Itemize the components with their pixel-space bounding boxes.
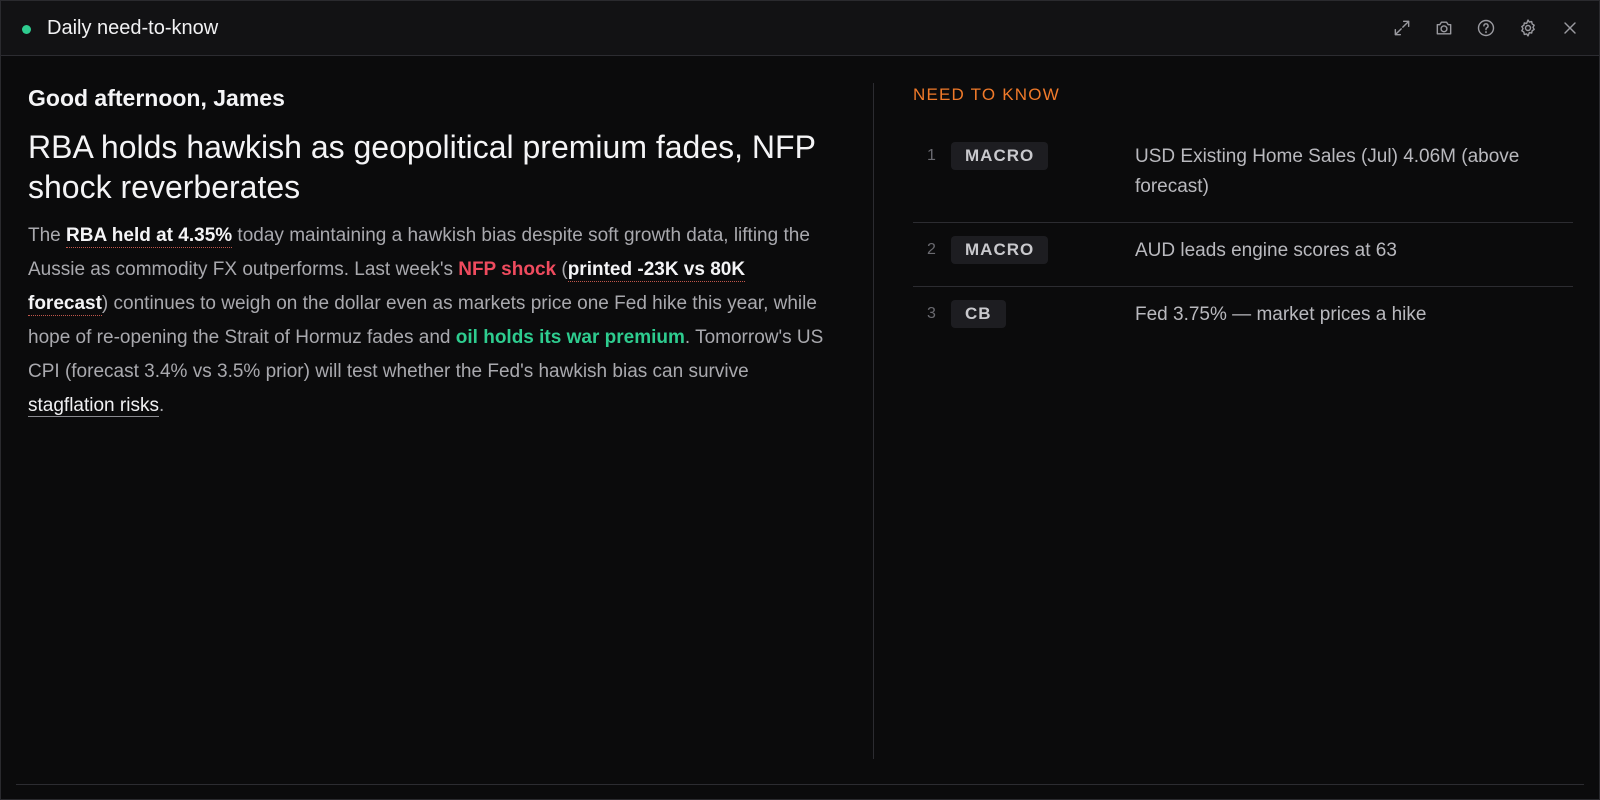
summary-text: . <box>158 395 165 416</box>
item-number: 2 <box>927 241 936 258</box>
list-item[interactable]: 3 CB Fed 3.75% — market prices a hike <box>913 287 1573 350</box>
briefing-panel: Good afternoon, James RBA holds hawkish … <box>28 85 828 423</box>
need-to-know-panel: NEED TO KNOW 1 MACRO USD Existing Home S… <box>913 85 1573 350</box>
rba-highlight-link[interactable]: RBA held at 4.35% <box>66 225 233 248</box>
title-bar: Daily need-to-know <box>1 1 1599 56</box>
window-controls <box>1391 17 1581 39</box>
greeting: Good afternoon, James <box>28 85 285 111</box>
headline: RBA holds hawkish as geopolitical premiu… <box>28 129 816 205</box>
nfp-shock-highlight: NFP shock <box>458 259 557 280</box>
list-item[interactable]: 1 MACRO USD Existing Home Sales (Jul) 4.… <box>913 129 1573 223</box>
list-item[interactable]: 2 MACRO AUD leads engine scores at 63 <box>913 223 1573 287</box>
settings-icon[interactable] <box>1517 17 1539 39</box>
close-icon[interactable] <box>1559 17 1581 39</box>
summary-paragraph: The RBA held at 4.35% today maintaining … <box>28 219 828 423</box>
category-tag: MACRO <box>951 142 1049 170</box>
stagflation-risks-link[interactable]: stagflation risks <box>28 395 159 417</box>
camera-icon[interactable] <box>1433 17 1455 39</box>
item-text: Fed 3.75% — market prices a hike <box>1135 304 1427 325</box>
summary-text: The <box>28 225 67 246</box>
summary-text: ( <box>556 259 568 280</box>
daily-need-to-know-window: Daily need-to-know Good afternoon, James… <box>0 0 1600 800</box>
help-icon[interactable] <box>1475 17 1497 39</box>
oil-premium-highlight: oil holds its war premium <box>455 327 685 348</box>
category-tag: CB <box>951 300 1006 328</box>
item-number: 1 <box>927 147 936 164</box>
window-title: Daily need-to-know <box>47 17 219 39</box>
panel-divider <box>873 83 874 759</box>
item-number: 3 <box>927 305 936 322</box>
status-indicator <box>22 25 31 34</box>
expand-icon[interactable] <box>1391 17 1413 39</box>
category-tag: MACRO <box>951 236 1049 264</box>
item-text: USD Existing Home Sales (Jul) 4.06M (abo… <box>1135 146 1520 197</box>
need-to-know-list: 1 MACRO USD Existing Home Sales (Jul) 4.… <box>913 129 1573 350</box>
section-title: NEED TO KNOW <box>913 85 1060 104</box>
footer-divider <box>16 784 1584 785</box>
item-text: AUD leads engine scores at 63 <box>1135 240 1397 261</box>
